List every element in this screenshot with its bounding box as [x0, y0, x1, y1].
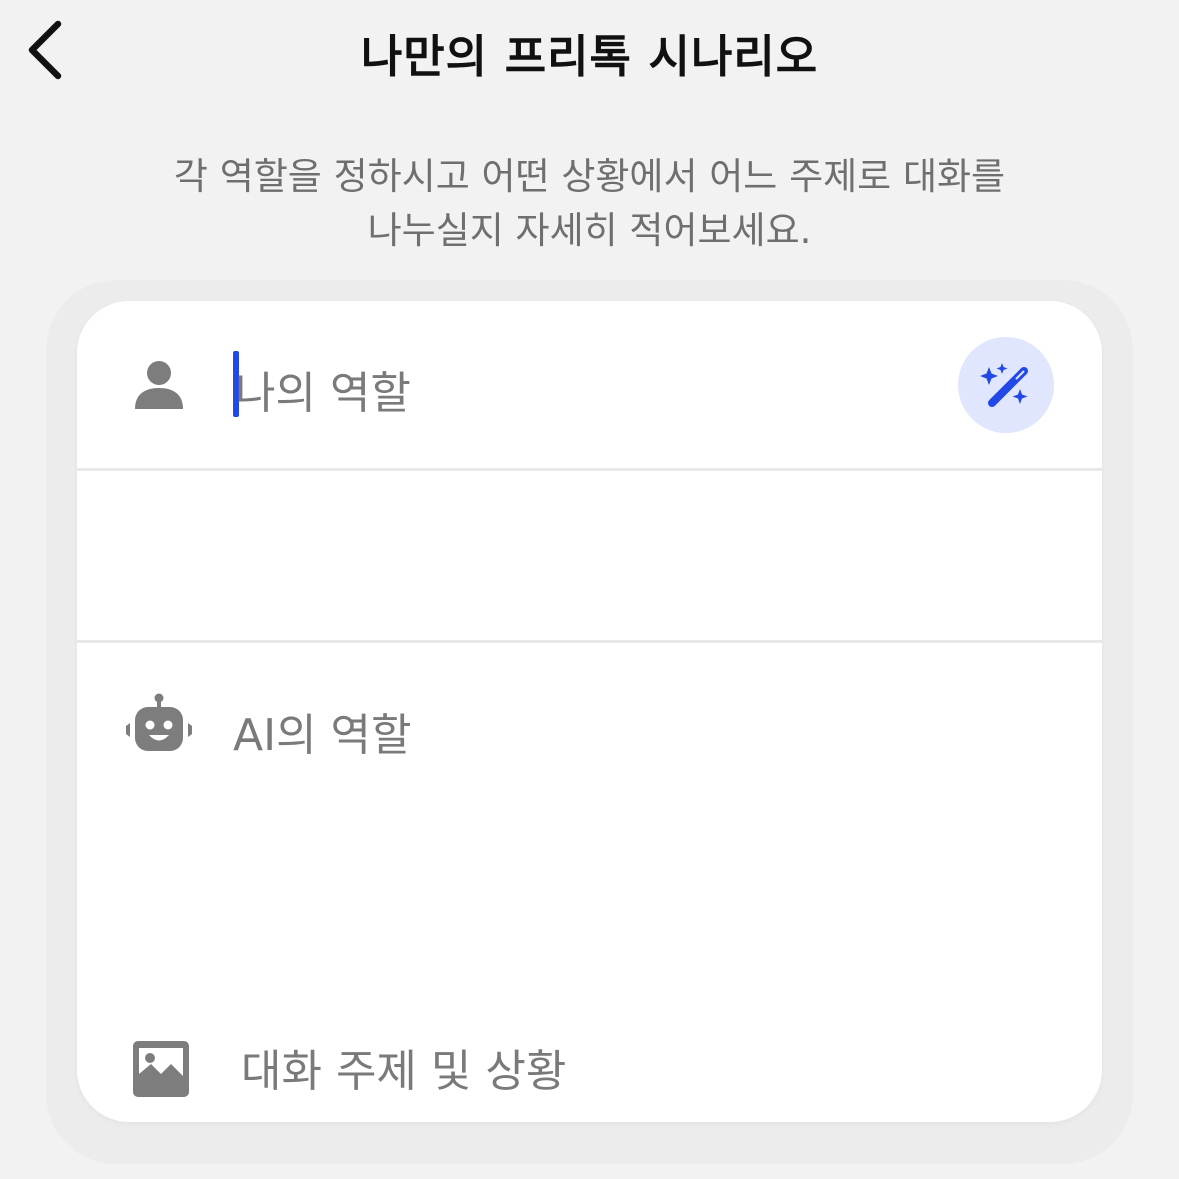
page-title: 나만의 프리톡 시나리오 — [360, 30, 819, 83]
my-role-input[interactable]: 나의 역할 — [235, 357, 411, 419]
ai-role-row[interactable]: AI의 역할 — [77, 471, 1102, 761]
magic-generate-button[interactable] — [958, 337, 1054, 433]
magic-wand-icon — [980, 363, 1028, 407]
topic-row[interactable]: 대화 주제 및 상황 — [77, 643, 1102, 1122]
instructions-text: 각 역할을 정하시고 어떤 상황에서 어느 주제로 대화를 나누실지 자세히 적… — [90, 150, 1089, 258]
my-role-row[interactable]: 나의 역할 — [77, 301, 1102, 469]
instructions-line-2: 나누실지 자세히 적어보세요. — [367, 209, 812, 252]
header: 나만의 프리톡 시나리오 — [0, 0, 1179, 100]
image-icon — [133, 1041, 189, 1097]
instructions-line-1: 각 역할을 정하시고 어떤 상황에서 어느 주제로 대화를 — [173, 155, 1006, 198]
person-icon — [135, 361, 183, 409]
topic-input[interactable]: 대화 주제 및 상황 — [241, 1035, 566, 1099]
scenario-form-card: 나의 역할 AI의 역할 대화 주제 및 상황 — [77, 301, 1102, 1122]
